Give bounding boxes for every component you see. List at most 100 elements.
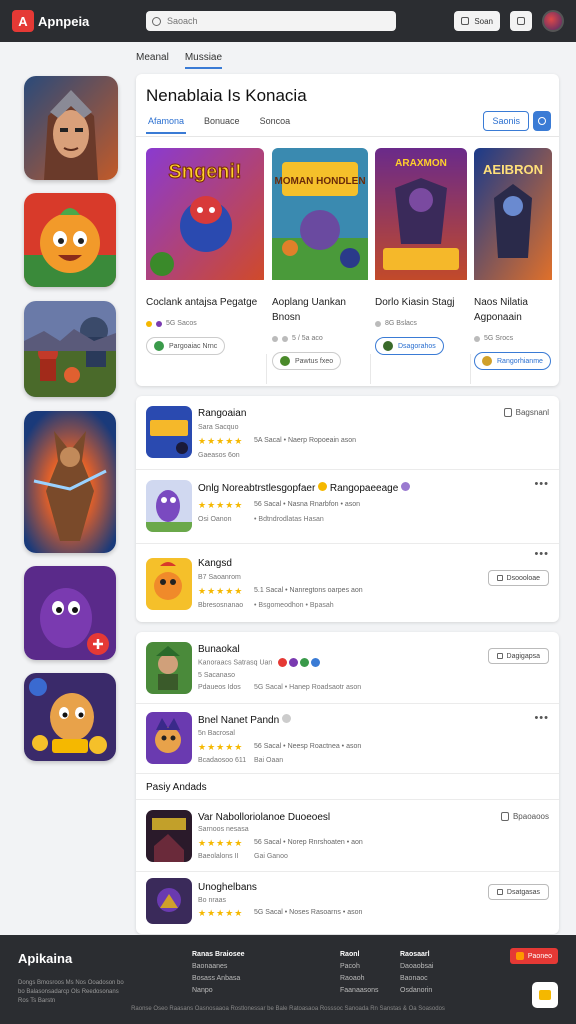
badge-icon xyxy=(156,320,162,327)
purple-creature-image xyxy=(24,566,116,660)
download-button[interactable]: Dsatgasas xyxy=(487,884,549,900)
search-bar[interactable] xyxy=(146,11,396,31)
game-detail: Gaeasos 6on xyxy=(198,452,240,459)
footer-column-2: Raonl Pacoh Raoaoh Faanaasons xyxy=(340,949,379,997)
more-options-icon[interactable]: ••• xyxy=(534,712,549,724)
footer-brand: Apikaina xyxy=(18,951,73,966)
footer-column-heading: Ranas Braiosee xyxy=(192,951,245,958)
logo-text: Apnpeia xyxy=(38,13,90,29)
footer-link[interactable]: Raoaoh xyxy=(340,973,379,985)
featured-game-3[interactable]: ARAXMON Dorlo Kiasin Stagj 8G Bslacs Dsa… xyxy=(375,148,467,356)
search-icon xyxy=(152,16,161,26)
game-title: Unoghelbans xyxy=(198,882,257,893)
featured-game-2[interactable]: MOMAN HONDLEN Aoplang Uankan Bnosn 5 / 5… xyxy=(272,148,368,371)
featured-search-button[interactable] xyxy=(533,111,551,131)
section-title: Pasiy Andads xyxy=(146,782,207,793)
game-stats: 56 Sacal • Nasna Rnarbfon • ason xyxy=(254,501,361,508)
footer-link[interactable]: Nanpo xyxy=(192,985,245,997)
list-item[interactable]: Unoghelbans Bo nraas ★★★★★ 5G Sacal • No… xyxy=(136,872,559,934)
app-logo[interactable]: A Apnpeia xyxy=(12,10,130,32)
more-options-icon[interactable]: ••• xyxy=(534,548,549,560)
game-art-3-title: ARAXMON xyxy=(395,158,447,169)
chat-button[interactable] xyxy=(532,982,558,1008)
game-detail: Bcadaosoo 611 xyxy=(198,757,247,764)
list-item[interactable]: Bunaokal Kanoraacs Satrasq Uan 5 Sacanas… xyxy=(136,632,559,704)
page-tabs: Meanal Mussiae xyxy=(136,52,223,69)
bookmark-icon xyxy=(500,812,509,821)
game-icon xyxy=(146,878,192,924)
footer-link[interactable]: Osdanorin xyxy=(400,985,433,997)
game-art-2-title: MOMAN HONDLEN xyxy=(274,176,365,187)
sidebar-art-coins[interactable] xyxy=(24,673,116,761)
game-subtitle: 5n Bacrosal xyxy=(198,730,235,737)
square-icon xyxy=(461,17,470,25)
orange-character-image xyxy=(24,193,116,287)
footer-link[interactable]: Baonaanes xyxy=(192,961,245,973)
download-icon xyxy=(496,653,503,659)
footer-link[interactable]: Pacoh xyxy=(340,961,379,973)
list-item[interactable]: Bnel Nanet Pandn 5n Bacrosal ★★★★★ 56 Sa… xyxy=(136,704,559,774)
game-pill-4[interactable]: Rangorhianme xyxy=(474,352,551,370)
footer-column-3: Raosaarl Daoaobsai Baonaoc Osdanorin xyxy=(400,949,433,997)
tab-afamona[interactable]: Afamona xyxy=(146,114,187,134)
list-item[interactable]: Rangoaian Sara Sacquo ★★★★★ 5A Sacal • N… xyxy=(136,396,559,470)
footer-link[interactable]: Daoaobsai xyxy=(400,961,433,973)
game-title: Bunaokal xyxy=(198,644,240,655)
game-subtitle: Kanoraacs Satrasq Uan xyxy=(198,658,321,667)
user-avatar[interactable] xyxy=(542,10,564,32)
top-bar: A Apnpeia Soan xyxy=(0,0,576,42)
tab-mussiae[interactable]: Mussiae xyxy=(184,52,223,69)
download-button[interactable]: Dagigapsa xyxy=(487,648,549,664)
search-input[interactable] xyxy=(167,16,367,26)
featured-action-button[interactable]: Saonis xyxy=(483,111,529,131)
sidebar-art-fruit[interactable] xyxy=(24,193,116,287)
game-art-4-title: AEIBRON xyxy=(483,162,543,177)
download-button[interactable]: Dsoooloae xyxy=(487,570,549,586)
divider xyxy=(470,354,471,384)
bag-button[interactable] xyxy=(510,11,532,31)
game-art-1: Sngeni! xyxy=(146,148,264,285)
footer-link[interactable]: Bosass Anbasa xyxy=(192,973,245,985)
more-options-icon[interactable]: ••• xyxy=(534,478,549,490)
game-icon xyxy=(146,558,192,610)
game-icon xyxy=(146,712,192,764)
sidebar-art-hero[interactable] xyxy=(24,411,116,553)
bookmark-link[interactable]: Bagsnanl xyxy=(503,408,549,417)
footer-column-1: Ranas Braiosee Baonaanes Bosass Anbasa N… xyxy=(192,949,245,997)
tab-meanal[interactable]: Meanal xyxy=(136,52,169,69)
sidebar-art-warrior[interactable] xyxy=(24,76,118,180)
game-meta-3: 8G Bslacs xyxy=(375,320,467,327)
game-art-2: MOMAN HONDLEN xyxy=(272,148,368,285)
game-pill-2[interactable]: Pawtus fxeo xyxy=(272,352,342,370)
header-action-button[interactable]: Soan xyxy=(454,11,500,31)
verified-icon xyxy=(281,714,291,723)
logo-mark-icon: A xyxy=(12,10,34,32)
featured-game-1[interactable]: Sngeni! Coclank antajsa Pegatge 5G Sacos… xyxy=(146,148,264,356)
sidebar-art-creature[interactable] xyxy=(24,566,116,660)
game-pill-3[interactable]: Dsagorahos xyxy=(375,337,444,355)
game-name-2: Aoplang Uankan Bnosn xyxy=(272,297,346,323)
header-action-label: Soan xyxy=(474,16,493,26)
footer-link[interactable]: Faanaasons xyxy=(340,985,379,997)
sidebar-art-battle[interactable] xyxy=(24,301,116,397)
game-stats: 5A Sacal • Naerp Ropoeain ason xyxy=(254,437,357,444)
footer-column-heading: Raonl xyxy=(340,951,360,958)
game-title: Var Nabolloriolanoe Duoeoesl xyxy=(198,812,331,823)
list-item[interactable]: Var Nabolloriolanoe Duoeoesl Sarnoos nes… xyxy=(136,800,559,872)
bookmark-icon xyxy=(503,408,512,417)
rating-icon xyxy=(474,335,480,342)
list-item[interactable]: Onlg Noreabtrstlesgopfaer Rangopaeeage ★… xyxy=(136,470,559,544)
game-pill-1[interactable]: Pargoaiac Nrnc xyxy=(146,337,226,355)
game-detail-extra: • Bsgomeodhon • Bpasah xyxy=(254,602,334,609)
featured-game-4[interactable]: AEIBRON Naos Nilatia Agponaain 5G Srocs … xyxy=(474,148,552,371)
footer: Apikaina Dongs Bmosroos Ms Nos Ooadoson … xyxy=(0,935,576,1024)
footer-copyright: Raonse Oseo Raasans Oasnosaaoa Rostlones… xyxy=(131,1006,445,1012)
list-item[interactable]: Kangsd B7 Saoanrom ★★★★★ 5.1 Sacal • Nan… xyxy=(136,544,559,622)
footer-action-button[interactable]: Paoneo xyxy=(509,948,558,964)
tab-bonuace[interactable]: Bonuace xyxy=(202,114,242,134)
game-detail: Bbresosnanao xyxy=(198,602,244,609)
tab-soncoa[interactable]: Soncoa xyxy=(258,114,293,134)
footer-link[interactable]: Baonaoc xyxy=(400,973,433,985)
game-detail-extra: Bai Oaan xyxy=(254,757,284,764)
bookmark-link[interactable]: Bpaoaoos xyxy=(500,812,549,821)
